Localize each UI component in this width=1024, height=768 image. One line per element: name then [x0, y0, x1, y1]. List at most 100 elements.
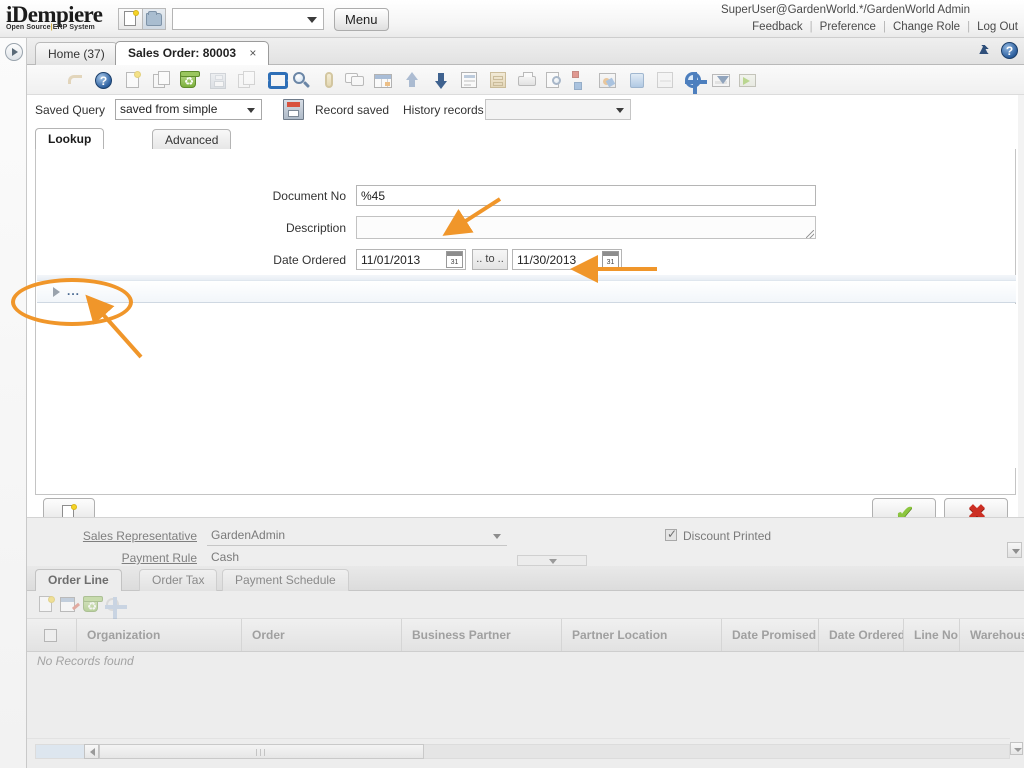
export-icon[interactable]: [570, 70, 592, 91]
copy-record-icon[interactable]: [151, 70, 173, 91]
saved-query-value: saved from simple: [120, 102, 217, 116]
window-tab-sales-order[interactable]: Sales Order: 80003 ×: [115, 41, 269, 65]
request-icon[interactable]: [710, 70, 732, 91]
grid-vertical-scroll-area: [1010, 738, 1024, 768]
sales-representative-select[interactable]: GardenAdmin: [207, 526, 507, 546]
menu-button[interactable]: Menu: [334, 8, 389, 31]
calendar-icon-from[interactable]: 31: [446, 251, 463, 268]
scroll-thumb[interactable]: [99, 744, 424, 759]
chat-icon[interactable]: [344, 70, 366, 91]
product-info-icon[interactable]: [626, 70, 648, 91]
close-icon[interactable]: ×: [249, 46, 256, 60]
sidebar-rail: [0, 38, 27, 768]
zoom-across-icon[interactable]: [544, 70, 566, 91]
global-search-input[interactable]: [172, 8, 324, 30]
chevron-down-icon: [616, 108, 624, 113]
parent-record-icon[interactable]: [401, 70, 423, 91]
select-all-checkbox[interactable]: [44, 629, 57, 642]
grid-empty-message: No Records found: [27, 652, 1024, 670]
tab-order-tax-label: Order Tax: [152, 573, 204, 587]
new-line-icon[interactable]: [37, 595, 57, 615]
tab-payment-schedule-label: Payment Schedule: [235, 573, 336, 587]
grid-toggle-icon[interactable]: [372, 70, 394, 91]
grid-header-line-no[interactable]: Line No: [904, 619, 960, 651]
tab-order-line[interactable]: Order Line: [35, 569, 122, 591]
sales-representative-value: GardenAdmin: [211, 528, 285, 542]
find-icon[interactable]: [290, 70, 312, 91]
grid-header-select: [27, 619, 77, 651]
delete-line-icon[interactable]: [81, 595, 101, 615]
email-icon[interactable]: [597, 70, 619, 91]
window-view-icon[interactable]: [458, 70, 480, 91]
window-layout-icon[interactable]: [654, 70, 676, 91]
save-create-new-icon[interactable]: [236, 70, 258, 91]
form-splitter-handle[interactable]: [517, 555, 587, 566]
grid-header-date-promised[interactable]: Date Promised: [722, 619, 819, 651]
grid-header-organization[interactable]: Organization: [77, 619, 242, 651]
grid-header-warehouse[interactable]: Warehouse: [960, 619, 1024, 651]
log-out-link[interactable]: Log Out: [977, 21, 1018, 33]
print-icon[interactable]: [516, 70, 538, 91]
attachment-icon[interactable]: [318, 70, 340, 91]
undo-icon[interactable]: [65, 70, 87, 91]
preference-link[interactable]: Preference: [820, 21, 876, 33]
scroll-track[interactable]: [35, 744, 1010, 759]
tab-advanced[interactable]: Advanced: [152, 129, 231, 151]
preference-gear-icon[interactable]: [682, 70, 704, 91]
detail-toolbar: [27, 591, 1024, 619]
folder-icon[interactable]: [142, 8, 166, 30]
tab-order-tax[interactable]: Order Tax: [139, 569, 217, 591]
detail-record-icon[interactable]: [430, 70, 452, 91]
tab-lookup-record[interactable]: Lookup Record: [35, 128, 104, 151]
window-tab-home[interactable]: Home (37): [35, 42, 118, 65]
history-records-select[interactable]: [485, 99, 631, 120]
app-logo: iDempiere Open Source|ERP System: [6, 4, 102, 31]
description-textarea[interactable]: [356, 216, 816, 239]
payment-rule-value: Cash: [211, 550, 239, 564]
save-record-icon[interactable]: [207, 70, 229, 91]
record-status-label: Record saved: [315, 103, 389, 117]
delete-record-icon[interactable]: [177, 70, 199, 91]
grid-header-partner-location[interactable]: Partner Location: [562, 619, 722, 651]
process-line-icon[interactable]: [103, 595, 123, 615]
discount-printed-checkbox[interactable]: [665, 529, 677, 541]
saved-query-select[interactable]: saved from simple: [115, 99, 262, 120]
result-grid-row[interactable]: ...: [37, 281, 1016, 303]
payment-rule-select[interactable]: Cash: [207, 548, 507, 566]
logo-tagline-left: Open Source: [6, 24, 51, 31]
refresh-icon[interactable]: [265, 70, 287, 91]
tab-payment-schedule[interactable]: Payment Schedule: [222, 569, 349, 591]
exit-icon[interactable]: [737, 70, 759, 91]
scroll-left-button[interactable]: [84, 744, 99, 759]
document-no-input[interactable]: [356, 185, 816, 206]
expand-triangle-icon[interactable]: [53, 287, 60, 297]
scroll-grip-icon: [256, 749, 268, 756]
grid-header-order[interactable]: Order: [242, 619, 402, 651]
save-query-icon[interactable]: [283, 99, 304, 120]
chevron-double-up-icon[interactable]: ▲: [976, 42, 992, 60]
logo-tagline: Open Source|ERP System: [6, 24, 102, 31]
order-line-grid-header: Organization Order Business Partner Part…: [27, 619, 1024, 652]
grid-blank-area: [27, 670, 1024, 738]
archive-icon[interactable]: [487, 70, 509, 91]
grid-header-business-partner[interactable]: Business Partner: [402, 619, 562, 651]
form-scroll-down-button[interactable]: [1007, 542, 1022, 558]
grid-header-date-ordered[interactable]: Date Ordered: [819, 619, 904, 651]
logo-wordmark: iDempiere: [6, 4, 102, 26]
help-icon[interactable]: ?: [93, 70, 115, 91]
feedback-link[interactable]: Feedback: [752, 21, 803, 33]
saved-query-label: Saved Query: [35, 103, 105, 117]
scroll-down-button[interactable]: [1010, 742, 1023, 755]
change-role-link[interactable]: Change Role: [893, 21, 960, 33]
new-document-icon[interactable]: [118, 8, 142, 30]
help-icon[interactable]: ?: [1001, 42, 1018, 59]
calendar-icon-to[interactable]: 31: [602, 251, 619, 268]
resize-handle-icon[interactable]: [806, 230, 814, 238]
new-record-icon[interactable]: [122, 70, 144, 91]
edit-line-icon[interactable]: [59, 595, 79, 615]
sidebar-expand-icon[interactable]: [5, 43, 23, 61]
discount-printed-label: Discount Printed: [683, 529, 771, 543]
date-range-separator[interactable]: .. to ..: [472, 249, 508, 270]
window-tab-home-label: Home (37): [48, 47, 105, 61]
window-tab-sales-order-label: Sales Order: 80003: [128, 46, 236, 60]
